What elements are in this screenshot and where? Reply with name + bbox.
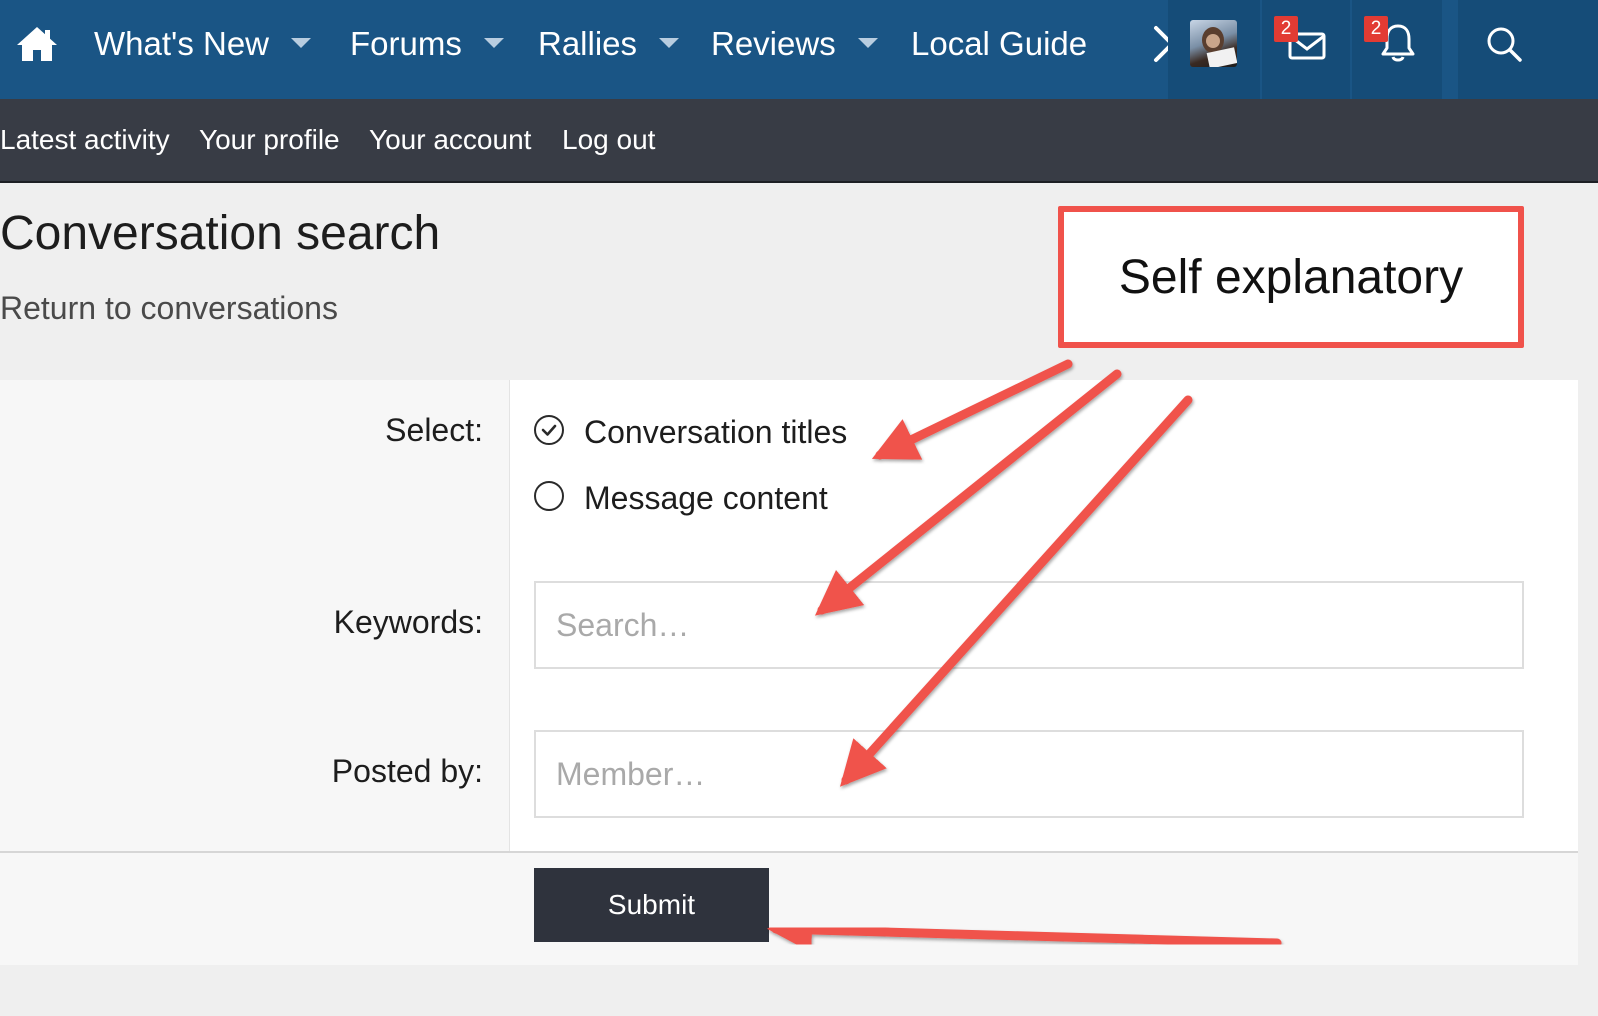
nav-whats-new[interactable]: What's New [94, 0, 312, 99]
chevron-down-icon[interactable] [659, 38, 680, 49]
check-circle-icon[interactable] [534, 415, 564, 445]
alerts-badge: 2 [1364, 16, 1388, 42]
chevron-down-icon[interactable] [857, 38, 878, 49]
form-footer: Submit [0, 851, 1578, 965]
submit-button[interactable]: Submit [534, 868, 769, 942]
search-bg [1458, 0, 1598, 99]
option-message-content-label: Message content [584, 480, 828, 516]
nav-whats-new-label: What's New [94, 25, 270, 62]
keywords-input[interactable] [534, 581, 1524, 669]
option-conversation-titles-label: Conversation titles [584, 414, 848, 450]
home-icon[interactable] [14, 24, 60, 64]
sub-navigation-bar: Latest activity Your profile Your accoun… [0, 99, 1598, 183]
select-label: Select: [385, 412, 483, 448]
posted-by-label: Posted by: [331, 753, 483, 789]
search-form: Select: Keywords: Posted by: Conversatio… [0, 380, 1578, 965]
posted-by-input[interactable] [534, 730, 1524, 818]
nav-rallies[interactable]: Rallies [538, 0, 680, 99]
chevron-down-icon[interactable] [291, 38, 312, 49]
option-message-content[interactable]: Message content [534, 478, 874, 518]
subnav-your-account[interactable]: Your account [369, 99, 531, 181]
nav-reviews[interactable]: Reviews [711, 0, 878, 99]
form-input-column: Conversation titles Message content [510, 380, 1578, 851]
nav-rallies-label: Rallies [538, 25, 638, 62]
avatar[interactable] [1190, 20, 1237, 67]
form-label-column: Select: Keywords: Posted by: [0, 380, 510, 851]
nav-reviews-label: Reviews [711, 25, 836, 62]
chevron-down-icon[interactable] [483, 38, 504, 49]
return-to-conversations-link[interactable]: Return to conversations [0, 290, 338, 327]
annotation-callout: Self explanatory [1058, 206, 1524, 348]
nav-local-guide[interactable]: Local Guide [911, 0, 1087, 99]
avatar-face-detail [1206, 34, 1220, 48]
search-icon[interactable] [1484, 24, 1524, 64]
top-navigation-bar: What's New Forums Rallies Reviews Local … [0, 0, 1598, 99]
keywords-label: Keywords: [333, 604, 483, 640]
nav-forums-label: Forums [350, 25, 462, 62]
page-title: Conversation search [0, 207, 441, 260]
nav-forums[interactable]: Forums [350, 0, 504, 99]
inbox-badge: 2 [1274, 16, 1298, 42]
nav-local-guide-label: Local Guide [911, 25, 1088, 62]
radio-empty-icon[interactable] [534, 481, 564, 511]
subnav-your-profile[interactable]: Your profile [199, 99, 340, 181]
option-conversation-titles[interactable]: Conversation titles [534, 412, 894, 452]
subnav-latest-activity[interactable]: Latest activity [0, 99, 170, 181]
subnav-log-out[interactable]: Log out [562, 99, 655, 181]
annotation-callout-text: Self explanatory [1118, 251, 1464, 304]
